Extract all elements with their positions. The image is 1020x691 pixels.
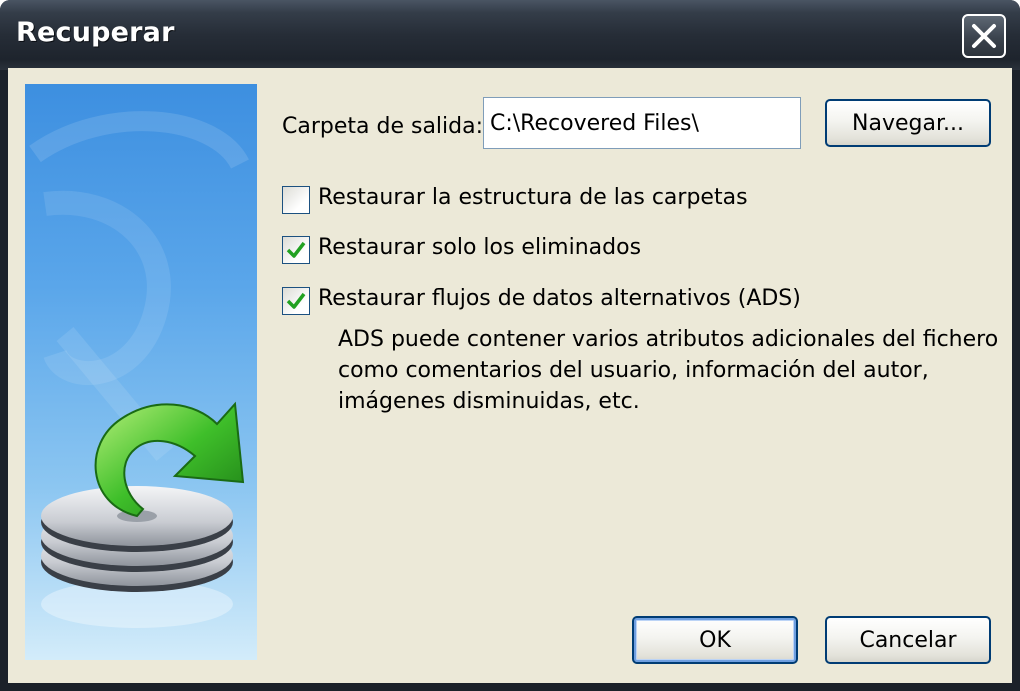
dialog-body: Carpeta de salida: Navegar... Restaurar …	[8, 68, 1012, 683]
close-button[interactable]	[962, 14, 1006, 58]
cancel-button[interactable]: Cancelar	[825, 616, 991, 664]
option-label: Restaurar solo los eliminados	[318, 235, 642, 260]
checkbox-restore-only-deleted[interactable]	[282, 236, 310, 264]
output-folder-input[interactable]	[483, 97, 801, 149]
window-title: Recuperar	[16, 17, 175, 48]
option-label: Restaurar flujos de datos alternativos (…	[318, 286, 801, 311]
option-label: Restaurar la estructura de las carpetas	[318, 185, 748, 210]
recuperar-dialog: Recuperar Carpeta de salida: C:\Recovere…	[0, 0, 1020, 691]
ads-description: ADS puede contener varios atributos adic…	[338, 327, 999, 414]
checkbox-restore-ads[interactable]	[282, 287, 310, 315]
checkmark-icon	[286, 292, 306, 309]
close-icon	[972, 24, 996, 48]
output-folder-label: Carpeta de salida:	[282, 114, 484, 139]
ok-button[interactable]: OK	[632, 616, 798, 664]
browse-button[interactable]: Navegar...	[825, 99, 991, 147]
title-bar[interactable]: Recuperar	[0, 0, 1020, 70]
side-illustration	[25, 84, 257, 660]
recover-disks-arrow-icon	[25, 84, 257, 660]
checkbox-restore-folder-structure[interactable]	[282, 186, 310, 214]
checkmark-icon	[286, 241, 306, 258]
